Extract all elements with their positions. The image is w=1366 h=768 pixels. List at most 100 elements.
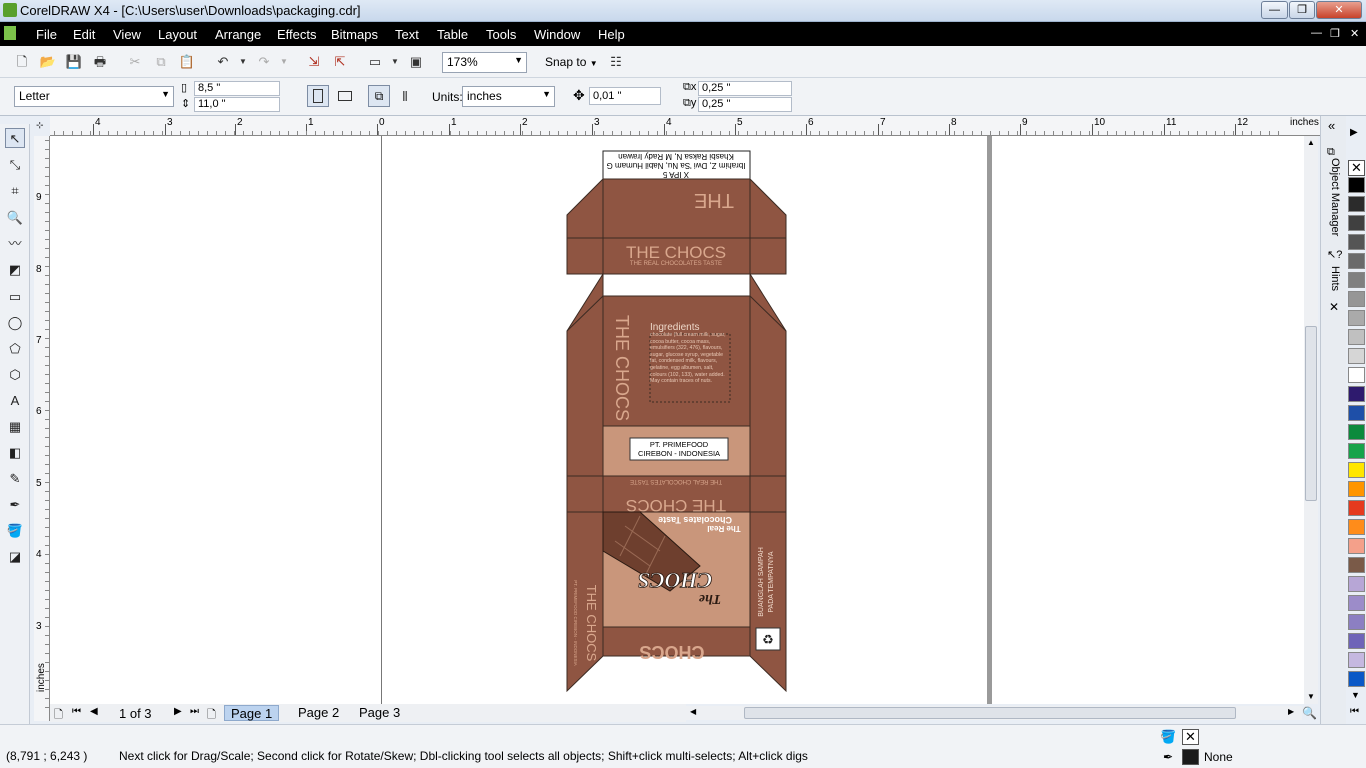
palette-swatch[interactable] bbox=[1348, 310, 1365, 326]
collapse-docker-icon[interactable]: « bbox=[1328, 118, 1335, 133]
palette-swatch[interactable] bbox=[1348, 272, 1365, 288]
palette-swatch[interactable] bbox=[1348, 500, 1365, 516]
menu-file[interactable]: File bbox=[36, 27, 57, 42]
palette-swatch[interactable] bbox=[1348, 253, 1365, 269]
close-button[interactable]: ✕ bbox=[1316, 1, 1362, 19]
menu-edit[interactable]: Edit bbox=[73, 27, 95, 42]
palette-swatch[interactable] bbox=[1348, 405, 1365, 421]
palette-swatch[interactable] bbox=[1348, 538, 1365, 554]
menu-window[interactable]: Window bbox=[534, 27, 580, 42]
palette-scroll-up-icon[interactable]: ▶ bbox=[1350, 127, 1358, 138]
zoom-level-select[interactable]: 173% ▼ bbox=[442, 52, 527, 73]
bottom-panel-right[interactable] bbox=[749, 475, 787, 513]
palette-swatch[interactable] bbox=[1348, 614, 1365, 630]
rectangle-tool-icon[interactable]: ▭ bbox=[5, 287, 25, 307]
welcome-screen-icon[interactable]: ▣ bbox=[406, 52, 426, 72]
interactive-fill-tool-icon[interactable]: ◪ bbox=[5, 547, 25, 567]
top-right-dust-flap[interactable] bbox=[749, 177, 787, 239]
scroll-left-icon[interactable]: ◀ bbox=[690, 707, 696, 716]
menu-text[interactable]: Text bbox=[395, 27, 419, 42]
redo-dropdown-icon[interactable]: ▼ bbox=[274, 52, 294, 72]
palette-expand-icon[interactable]: ⏮ bbox=[1350, 706, 1359, 717]
palette-swatch[interactable] bbox=[1348, 234, 1365, 250]
top-panel-left[interactable] bbox=[566, 237, 604, 275]
horizontal-ruler[interactable]: 4 3 2 1 0 1 2 3 4 5 6 7 8 9 10 11 12 inches bbox=[50, 116, 1320, 136]
zoom-navigator-icon[interactable]: 🔍 bbox=[1302, 706, 1317, 720]
add-page-before-icon[interactable]: 🗋 bbox=[54, 706, 63, 725]
palette-swatch[interactable] bbox=[1348, 519, 1365, 535]
vertical-scrollbar[interactable]: ▲ ▼ bbox=[1304, 136, 1318, 704]
undo-icon[interactable]: ↶ bbox=[213, 52, 233, 72]
palette-swatch[interactable] bbox=[1348, 652, 1365, 668]
minimize-button[interactable]: — bbox=[1261, 1, 1288, 19]
tab-page-3[interactable]: Page 3 bbox=[353, 705, 406, 721]
ellipse-tool-icon[interactable]: ◯ bbox=[5, 313, 25, 333]
docker-tab-hints[interactable]: Hints bbox=[1329, 266, 1341, 291]
tab-page-1[interactable]: Page 1 bbox=[224, 705, 280, 721]
cut-icon[interactable]: ✂ bbox=[125, 52, 145, 72]
options-icon[interactable]: ☷ bbox=[606, 52, 626, 72]
basic-shapes-tool-icon[interactable]: ⬡ bbox=[5, 365, 25, 385]
nudge-distance-field[interactable]: 0,01 " bbox=[589, 87, 661, 105]
paste-icon[interactable]: 📋 bbox=[177, 52, 197, 72]
page-width-field[interactable]: 8,5 " bbox=[194, 81, 280, 96]
shape-tool-icon[interactable]: ⤡ bbox=[5, 155, 25, 175]
scroll-down-icon[interactable]: ▼ bbox=[1307, 692, 1315, 701]
bottom-panel-left[interactable] bbox=[566, 475, 604, 513]
duplicate-y-field[interactable]: 0,25 " bbox=[698, 97, 792, 112]
vertical-scroll-thumb[interactable] bbox=[1305, 326, 1317, 501]
all-pages-button[interactable]: ⧉ bbox=[368, 85, 390, 107]
right-dust-flap[interactable] bbox=[749, 272, 787, 477]
fill-tool-icon[interactable]: 🪣 bbox=[5, 521, 25, 541]
last-page-icon[interactable]: ⏭ bbox=[190, 706, 199, 717]
palette-swatch[interactable] bbox=[1348, 443, 1365, 459]
menu-table[interactable]: Table bbox=[437, 27, 468, 42]
menu-layout[interactable]: Layout bbox=[158, 27, 197, 42]
palette-swatch[interactable] bbox=[1348, 329, 1365, 345]
export-icon[interactable]: ⇱ bbox=[330, 52, 350, 72]
duplicate-x-field[interactable]: 0,25 " bbox=[698, 81, 792, 96]
import-icon[interactable]: ⇲ bbox=[304, 52, 324, 72]
palette-swatch[interactable] bbox=[1348, 481, 1365, 497]
menu-help[interactable]: Help bbox=[598, 27, 625, 42]
no-color-swatch[interactable]: ✕ bbox=[1348, 160, 1365, 176]
tab-page-2[interactable]: Page 2 bbox=[292, 705, 345, 721]
palette-swatch[interactable] bbox=[1348, 671, 1365, 687]
palette-swatch[interactable] bbox=[1348, 424, 1365, 440]
menu-view[interactable]: View bbox=[113, 27, 141, 42]
page-height-field[interactable]: 11,0 " bbox=[194, 97, 280, 112]
drawing-canvas[interactable]: Khasbi Raksa N, M Rady Irawan Ibrahim Z,… bbox=[50, 136, 1304, 704]
smart-fill-tool-icon[interactable]: ◩ bbox=[5, 260, 25, 280]
top-panel-right[interactable] bbox=[749, 237, 787, 275]
palette-swatch[interactable] bbox=[1348, 633, 1365, 649]
new-icon[interactable]: 🗋 bbox=[12, 52, 32, 72]
menu-tools[interactable]: Tools bbox=[486, 27, 516, 42]
copy-icon[interactable]: ⧉ bbox=[151, 52, 171, 72]
text-tool-icon[interactable]: A bbox=[5, 391, 25, 411]
palette-swatch[interactable] bbox=[1348, 291, 1365, 307]
blend-tool-icon[interactable]: ◧ bbox=[5, 443, 25, 463]
palette-swatch[interactable] bbox=[1348, 348, 1365, 364]
palette-swatch[interactable] bbox=[1348, 177, 1365, 193]
menu-arrange[interactable]: Arrange bbox=[215, 27, 261, 42]
fill-none-swatch[interactable]: ✕ bbox=[1182, 729, 1199, 745]
next-page-icon[interactable]: ▶ bbox=[174, 706, 182, 717]
horizontal-scroll-thumb[interactable] bbox=[744, 707, 1236, 719]
doc-minimize-icon[interactable]: — bbox=[1311, 27, 1322, 39]
freehand-tool-icon[interactable]: 〰 bbox=[5, 234, 25, 254]
menu-bitmaps[interactable]: Bitmaps bbox=[331, 27, 378, 42]
undo-dropdown-icon[interactable]: ▼ bbox=[233, 52, 253, 72]
units-select[interactable]: inches ▼ bbox=[462, 86, 555, 107]
palette-swatch[interactable] bbox=[1348, 462, 1365, 478]
docker-tab-object-manager[interactable]: Object Manager bbox=[1329, 158, 1341, 236]
hints-icon[interactable]: ↖? bbox=[1327, 248, 1342, 261]
launcher-dropdown-icon[interactable]: ▼ bbox=[385, 52, 405, 72]
horizontal-scrollbar[interactable]: ◀ ▶ bbox=[686, 706, 1302, 720]
print-icon[interactable]: 🖶 bbox=[90, 52, 110, 72]
save-icon[interactable]: 💾 bbox=[64, 52, 84, 72]
page-size-select[interactable]: Letter ▼ bbox=[14, 86, 174, 107]
open-icon[interactable]: 📂 bbox=[38, 52, 58, 72]
prev-page-icon[interactable]: ◀ bbox=[90, 706, 98, 717]
palette-swatch[interactable] bbox=[1348, 557, 1365, 573]
palette-swatch[interactable] bbox=[1348, 367, 1365, 383]
